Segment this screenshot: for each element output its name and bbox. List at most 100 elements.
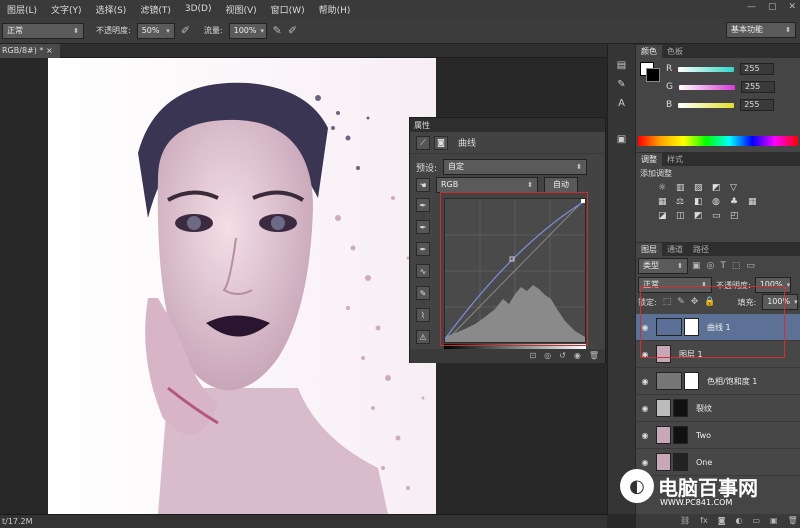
mask-thumb xyxy=(684,372,699,390)
tab-paths[interactable]: 路径 xyxy=(688,243,714,256)
window-controls: — ▢ ✕ xyxy=(747,2,796,12)
preset-dropdown[interactable]: 自定 ⬍ xyxy=(443,159,588,175)
hue-sat-icon[interactable]: ▦ xyxy=(658,197,672,207)
document-tab[interactable]: RGB/8#) * × xyxy=(0,44,60,58)
tab-swatches[interactable]: 色板 xyxy=(662,45,688,58)
doc-size: t/17.2M xyxy=(2,517,33,526)
layer-hue-sat-1[interactable]: ◉ 色相/饱和度 1 xyxy=(636,368,800,395)
pressure-opacity-icon[interactable]: ✐ xyxy=(181,24,190,37)
view-previous-icon[interactable]: ◎ xyxy=(544,349,551,363)
properties-icon[interactable]: ▣ xyxy=(614,132,630,148)
color-lookup-icon[interactable]: ▦ xyxy=(748,197,762,207)
mode-dropdown[interactable]: 正常 ⬍ xyxy=(2,22,84,39)
portrait-image[interactable] xyxy=(48,58,436,514)
bw-icon[interactable]: ◧ xyxy=(694,197,708,207)
reset-icon[interactable]: ↺ xyxy=(559,349,566,363)
g-slider[interactable] xyxy=(678,84,735,90)
trash-icon[interactable]: 🗑 xyxy=(788,514,798,528)
brush-preset-icon[interactable]: ✎ xyxy=(614,77,630,93)
menu-3d[interactable]: 3D(D) xyxy=(178,4,219,14)
tab-color[interactable]: 颜色 xyxy=(636,45,662,58)
menu-view[interactable]: 视图(V) xyxy=(218,3,263,16)
tab-layers[interactable]: 图层 xyxy=(636,243,662,256)
close-icon[interactable]: ✕ xyxy=(788,2,796,12)
white-eyedropper-icon[interactable]: ✒ xyxy=(416,242,430,256)
b-slider[interactable] xyxy=(678,102,735,108)
link-icon[interactable]: ⛓ xyxy=(680,514,690,528)
tab-styles[interactable]: 样式 xyxy=(662,153,688,166)
flow-field[interactable]: 100% ▾ xyxy=(228,22,267,39)
minimize-icon[interactable]: — xyxy=(747,2,756,12)
pressure-size-icon[interactable]: ✐ xyxy=(288,24,297,37)
curves-adjust-icon[interactable]: ▨ xyxy=(694,183,708,193)
maximize-icon[interactable]: ▢ xyxy=(768,2,777,12)
new-layer-icon[interactable]: ▣ xyxy=(770,514,778,528)
trash-icon[interactable]: 🗑 xyxy=(589,349,599,363)
menu-select[interactable]: 选择(S) xyxy=(89,3,134,16)
color-balance-icon[interactable]: ⚖ xyxy=(676,197,690,207)
vibrance-icon[interactable]: ▽ xyxy=(730,183,744,193)
r-slider[interactable] xyxy=(678,66,735,72)
background-swatch[interactable] xyxy=(646,68,660,82)
eye-icon[interactable]: ◉ xyxy=(636,404,654,413)
menu-type[interactable]: 文字(Y) xyxy=(44,3,89,16)
g-value[interactable]: 255 xyxy=(740,81,775,93)
fx-icon[interactable]: fx xyxy=(700,514,708,528)
properties-header[interactable]: 属性 xyxy=(410,118,605,132)
channel-dropdown[interactable]: RGB ⬍ xyxy=(436,177,538,193)
menu-filter[interactable]: 滤镜(T) xyxy=(133,3,178,16)
r-value[interactable]: 255 xyxy=(740,63,775,75)
tab-adjustments[interactable]: 调整 xyxy=(636,153,662,166)
brightness-icon[interactable]: ☼ xyxy=(658,183,672,193)
clip-to-layer-icon[interactable]: ⊡ xyxy=(529,349,536,363)
selective-color-icon[interactable]: ◰ xyxy=(730,211,744,221)
chevron-down-icon: ⬍ xyxy=(527,181,533,189)
histogram-warning-icon[interactable]: ⚠ xyxy=(416,330,430,344)
pencil-icon[interactable]: ✎ xyxy=(416,286,430,300)
targeted-adjust-icon[interactable]: ☚ xyxy=(416,178,430,192)
threshold-icon[interactable]: ◩ xyxy=(694,211,708,221)
mask-thumb xyxy=(673,399,688,417)
exposure-icon[interactable]: ◩ xyxy=(712,183,726,193)
opacity-field[interactable]: 50% ▾ xyxy=(136,22,175,39)
b-value[interactable]: 255 xyxy=(740,99,775,111)
workspace-dropdown[interactable]: 基本功能 ⬍ xyxy=(726,22,796,38)
menu-layer[interactable]: 图层(L) xyxy=(0,3,44,16)
auto-button[interactable]: 自动 xyxy=(544,177,578,193)
visibility-icon[interactable]: ◉ xyxy=(574,349,581,363)
invert-icon[interactable]: ◪ xyxy=(658,211,672,221)
filter-icons[interactable]: ▣◎T⬚▭ xyxy=(692,261,761,271)
add-mask-icon[interactable]: ◙ xyxy=(718,514,726,528)
levels-icon[interactable]: ▥ xyxy=(676,183,690,193)
black-eyedropper-icon[interactable]: ✒ xyxy=(416,198,430,212)
new-group-icon[interactable]: ▭ xyxy=(752,514,760,528)
character-icon[interactable]: A xyxy=(614,96,630,112)
chevron-down-icon: ▾ xyxy=(260,26,265,35)
history-icon[interactable]: ▤ xyxy=(614,58,630,74)
layer-filter-dropdown[interactable]: 类型 ⬍ xyxy=(638,258,688,274)
tab-channels[interactable]: 通道 xyxy=(662,243,688,256)
layer-cracks[interactable]: ◉ 裂纹 xyxy=(636,395,800,422)
mask-icon[interactable]: ◙ xyxy=(434,135,448,150)
smooth-icon[interactable]: ⌇ xyxy=(416,308,430,322)
layer-two[interactable]: ◉ Two xyxy=(636,422,800,449)
posterize-icon[interactable]: ◫ xyxy=(676,211,690,221)
menu-bar: 图层(L) 文字(Y) 选择(S) 滤镜(T) 3D(D) 视图(V) 窗口(W… xyxy=(0,0,800,18)
photo-filter-icon[interactable]: ◍ xyxy=(712,197,726,207)
eye-icon[interactable]: ◉ xyxy=(636,377,654,386)
chevron-down-icon: ▾ xyxy=(794,298,798,306)
gray-eyedropper-icon[interactable]: ✒ xyxy=(416,220,430,234)
color-spectrum[interactable] xyxy=(638,136,798,146)
menu-help[interactable]: 帮助(H) xyxy=(312,3,358,16)
airbrush-icon[interactable]: ✎ xyxy=(273,24,282,37)
slider-row-b: B 255 xyxy=(666,99,775,111)
opacity-label: 不透明度: xyxy=(96,26,131,35)
channel-mixer-icon[interactable]: ♣ xyxy=(730,197,744,207)
curve-point-icon[interactable]: ∿ xyxy=(416,264,430,278)
color-panel: R 255 G 255 B 255 xyxy=(636,58,800,124)
gradient-map-icon[interactable]: ▭ xyxy=(712,211,726,221)
eye-icon[interactable]: ◉ xyxy=(636,431,654,440)
new-adjustment-icon[interactable]: ◐ xyxy=(735,514,742,528)
menu-window[interactable]: 窗口(W) xyxy=(264,3,312,16)
close-icon[interactable]: × xyxy=(46,46,53,55)
